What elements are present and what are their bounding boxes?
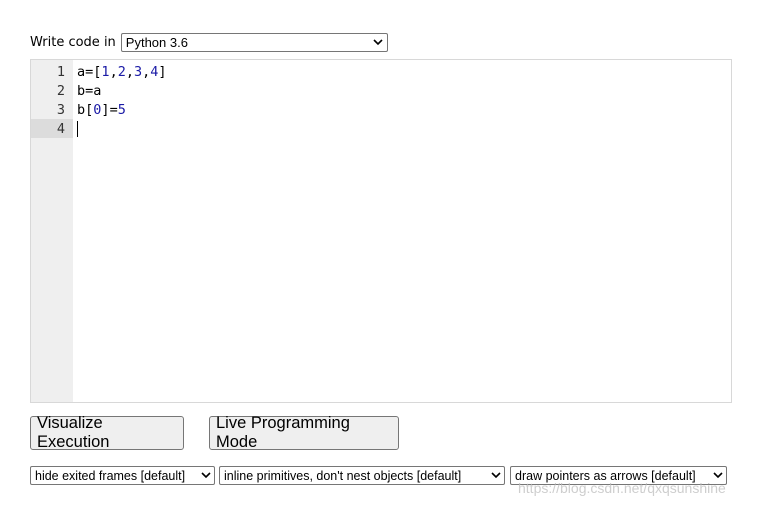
code-line[interactable]: 4 <box>31 119 731 138</box>
code-line[interactable]: 1 a=[1,2,3,4] <box>31 62 731 81</box>
editor-lines: 1 a=[1,2,3,4] 2 b=a 3 b[0]=5 4 <box>31 62 731 138</box>
code-token: a <box>77 63 86 80</box>
code-token: ] <box>101 101 110 118</box>
code-line[interactable]: 2 b=a <box>31 81 731 100</box>
pointers-option-select[interactable]: draw pointers as arrows [default] <box>510 466 727 485</box>
text-cursor <box>77 120 78 137</box>
code-token: b <box>77 101 86 118</box>
language-row: Write code in Python 3.6 <box>30 32 388 52</box>
code-line[interactable]: 3 b[0]=5 <box>31 100 731 119</box>
pointers-option-value: draw pointers as arrows [default] <box>515 468 696 483</box>
write-code-label: Write code in <box>30 34 116 50</box>
chevron-down-icon <box>713 471 723 481</box>
number-token: 3 <box>133 63 143 80</box>
visualize-execution-button[interactable]: Visualize Execution <box>30 414 184 451</box>
code-token: , <box>125 63 134 80</box>
primitives-option-value: inline primitives, don't nest objects [d… <box>224 468 462 483</box>
frames-option-select[interactable]: hide exited frames [default] <box>30 466 215 485</box>
code-text <box>73 120 78 137</box>
chevron-down-icon <box>491 471 501 481</box>
code-token: , <box>109 63 118 80</box>
live-programming-mode-button[interactable]: Live Programming Mode <box>209 414 399 451</box>
number-token: 2 <box>117 63 126 80</box>
line-number: 3 <box>56 101 65 118</box>
number-token: 1 <box>101 63 110 80</box>
primitives-option-select[interactable]: inline primitives, don't nest objects [d… <box>219 466 505 485</box>
code-token: ] <box>158 63 167 80</box>
code-text: b[0]=5 <box>73 102 126 118</box>
code-token: a <box>93 82 102 99</box>
language-select-value: Python 3.6 <box>125 34 188 50</box>
code-editor[interactable]: 1 a=[1,2,3,4] 2 b=a 3 b[0]=5 4 <box>30 59 732 403</box>
code-text: b=a <box>73 83 101 99</box>
language-select[interactable]: Python 3.6 <box>120 32 388 52</box>
frames-option-value: hide exited frames [default] <box>35 468 186 483</box>
chevron-down-icon <box>373 37 383 47</box>
code-token: b <box>77 82 86 99</box>
chevron-down-icon <box>201 471 211 481</box>
code-text: a=[1,2,3,4] <box>73 64 167 80</box>
line-number: 1 <box>56 63 65 80</box>
number-token: 5 <box>117 101 126 118</box>
code-token: = <box>109 101 118 118</box>
line-number: 2 <box>56 82 65 99</box>
line-number: 4 <box>31 120 73 137</box>
